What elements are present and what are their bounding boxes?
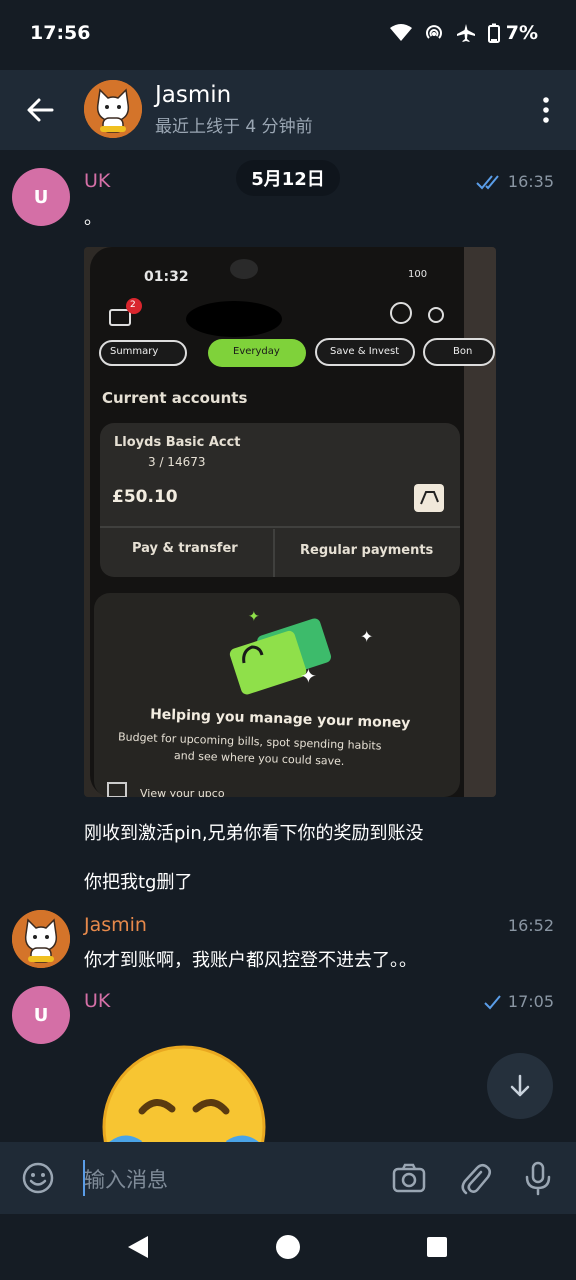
photo-section-title: Current accounts bbox=[102, 389, 248, 407]
emoji-icon[interactable] bbox=[20, 1160, 56, 1196]
back-arrow-icon[interactable] bbox=[22, 92, 58, 128]
status-icons: 7% bbox=[389, 22, 538, 44]
nav-recents-icon[interactable] bbox=[426, 1236, 448, 1258]
photo-balance: £50.10 bbox=[112, 487, 178, 507]
message-text: 你把我tg删了 bbox=[84, 872, 193, 893]
photo-account-number: 3 / 14673 bbox=[148, 455, 206, 469]
nav-back-icon[interactable] bbox=[126, 1234, 150, 1260]
chat-area[interactable]: U UK 5月12日 16:35 。 ✦ ✦ ✦ 01:32 100 2 Sum… bbox=[0, 150, 576, 1142]
message-input-bar: 输入消息 bbox=[0, 1142, 576, 1214]
arrow-down-icon bbox=[510, 1074, 530, 1097]
photo-notification-count: 2 bbox=[130, 300, 136, 310]
chat-header: Jasmin 最近上线于 4 分钟前 bbox=[0, 70, 576, 150]
double-check-icon bbox=[476, 174, 499, 189]
contact-avatar[interactable] bbox=[84, 80, 142, 138]
sender-avatar-jasmin[interactable] bbox=[12, 910, 70, 968]
photo-attachment[interactable]: ✦ ✦ ✦ 01:32 100 2 Summary Everyday Save … bbox=[84, 247, 496, 797]
message-caption: 刚收到激活pin,兄弟你看下你的奖励到账没 bbox=[84, 823, 424, 844]
photo-tab-everyday: Everyday bbox=[233, 346, 280, 357]
more-menu-icon[interactable] bbox=[540, 96, 552, 124]
contact-name[interactable]: Jasmin bbox=[155, 82, 231, 108]
sender-name-uk[interactable]: UK bbox=[84, 170, 110, 192]
wifi-icon bbox=[389, 24, 412, 41]
svg-text:✦: ✦ bbox=[300, 664, 317, 688]
message-time: 17:05 bbox=[484, 992, 554, 1011]
sender-avatar-uk[interactable]: U bbox=[12, 168, 70, 226]
airplane-icon bbox=[456, 24, 475, 42]
photo-battery: 100 bbox=[408, 269, 428, 280]
camera-icon[interactable] bbox=[391, 1160, 427, 1196]
svg-text:✦: ✦ bbox=[248, 609, 260, 625]
status-time: 17:56 bbox=[30, 22, 91, 44]
photo-regular-payments: Regular payments bbox=[300, 543, 434, 558]
scroll-down-button[interactable] bbox=[487, 1053, 553, 1119]
hotspot-icon bbox=[425, 25, 442, 39]
single-check-icon bbox=[484, 994, 501, 1009]
date-divider: 5月12日 bbox=[236, 160, 340, 196]
battery-percent: 7% bbox=[505, 22, 538, 44]
system-nav-bar bbox=[0, 1214, 576, 1280]
last-seen-status: 最近上线于 4 分钟前 bbox=[155, 117, 313, 137]
attachment-icon[interactable] bbox=[457, 1160, 493, 1196]
battery-icon bbox=[487, 23, 500, 43]
photo-phone-time: 01:32 bbox=[144, 269, 189, 285]
svg-text:✦: ✦ bbox=[360, 627, 373, 646]
sender-avatar-uk[interactable]: U bbox=[12, 986, 70, 1044]
photo-tab-save-invest: Save & Invest bbox=[330, 346, 400, 357]
microphone-icon[interactable] bbox=[520, 1160, 556, 1196]
cat-avatar-icon bbox=[84, 80, 142, 138]
message-input[interactable]: 输入消息 bbox=[84, 1164, 168, 1194]
photo-bottom-text: View your upco bbox=[140, 787, 225, 797]
message-text: 你才到账啊，我账户都风控登不进去了。。 bbox=[84, 950, 417, 971]
photo-pay-transfer: Pay & transfer bbox=[132, 541, 238, 556]
status-bar: 17:56 7% bbox=[0, 0, 576, 70]
sender-name-uk[interactable]: UK bbox=[84, 990, 110, 1012]
message-time: 16:52 bbox=[507, 916, 554, 935]
message-text: 。 bbox=[84, 208, 102, 229]
message-time: 16:35 bbox=[476, 172, 554, 191]
cat-avatar-icon bbox=[12, 910, 70, 968]
nav-home-icon[interactable] bbox=[275, 1234, 301, 1260]
tears-of-joy-emoji-icon[interactable] bbox=[102, 1045, 266, 1142]
sender-name-jasmin[interactable]: Jasmin bbox=[84, 914, 147, 936]
photo-tab-summary: Summary bbox=[110, 346, 159, 357]
photo-account-name: Lloyds Basic Acct bbox=[114, 435, 241, 450]
photo-tab-bon: Bon bbox=[453, 346, 473, 357]
